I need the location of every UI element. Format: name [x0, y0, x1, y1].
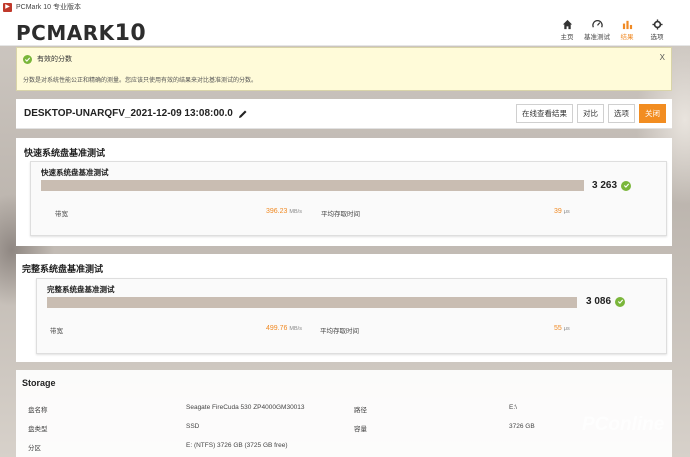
- close-icon[interactable]: X: [660, 53, 665, 62]
- drive-type-value: SSD: [186, 423, 200, 430]
- full-card-title: 完整系统盘基准测试: [47, 285, 115, 294]
- quick-result-card: 快速系统盘基准测试 3 263 带宽 396.23 MB/s 平均存取时间 39 μ…: [30, 161, 667, 236]
- compare-button[interactable]: 对比: [577, 104, 604, 123]
- quick-section-title: 快速系统盘基准测试: [24, 149, 106, 159]
- notice-body: 分数是对系统性能公正和精确的测量。您应该只使用有效的结果来对比基准测试的分数。: [23, 78, 258, 84]
- nav-benchmarks-label: 基准测试: [584, 34, 610, 41]
- title-bar: ▶ PCMark 10 专业版本: [0, 0, 690, 14]
- nav-home[interactable]: 主页: [552, 17, 582, 41]
- edit-icon[interactable]: [238, 109, 248, 119]
- check-icon: [23, 54, 32, 64]
- drive-capacity-value: 3726 GB: [509, 423, 535, 430]
- drive-path-label: 路径: [354, 407, 367, 414]
- close-button[interactable]: 关闭: [639, 104, 666, 123]
- full-section-title: 完整系统盘基准测试: [22, 265, 104, 275]
- drive-name-value: Seagate FireCuda 530 ZP4000GM30013: [186, 404, 305, 411]
- nav-options[interactable]: 选项: [642, 17, 672, 41]
- notice-title: 有效的分数: [37, 56, 72, 63]
- nav-benchmarks[interactable]: 基准测试: [582, 17, 612, 41]
- app-header: PCMARK10 主页 基准测试 结果 选项: [0, 14, 690, 46]
- quick-bandwidth-label: 带宽: [55, 211, 68, 218]
- check-icon: [615, 296, 626, 307]
- storage-section: Storage 盘名称 Seagate FireCuda 530 ZP4000G…: [16, 370, 672, 457]
- watermark: PConline: [582, 414, 665, 435]
- bar-chart-icon: [620, 17, 634, 31]
- view-online-button[interactable]: 在线查看结果: [516, 104, 573, 123]
- nav-home-label: 主页: [560, 34, 574, 41]
- drive-path-value: E:\: [509, 404, 517, 411]
- nav-results-label: 结果: [620, 34, 634, 41]
- full-score: 3 086: [586, 296, 612, 307]
- quick-score-bar: [41, 180, 584, 191]
- full-result-card: 完整系统盘基准测试 3 086 带宽 499.76 MB/s 平均存取时间 55 μ…: [36, 278, 667, 354]
- pcmark-logo: PCMARK10: [16, 21, 147, 46]
- top-nav: 主页 基准测试 结果 选项: [552, 17, 672, 41]
- full-benchmark-section: 完整系统盘基准测试 完整系统盘基准测试 3 086 带宽 499.76 MB/s …: [16, 254, 672, 362]
- valid-score-notice: 有效的分数 分数是对系统性能公正和精确的测量。您应该只使用有效的结果来对比基准测…: [16, 47, 672, 91]
- result-title: DESKTOP-UNARQFV_2021-12-09 13:08:00.0: [24, 108, 233, 119]
- quick-benchmark-section: 快速系统盘基准测试 快速系统盘基准测试 3 263 带宽 396.23 MB/s …: [16, 138, 672, 246]
- app-icon: ▶: [3, 2, 12, 12]
- drive-capacity-label: 容量: [354, 426, 367, 433]
- drive-name-label: 盘名称: [28, 407, 48, 414]
- full-bandwidth-value: 499.76: [266, 325, 288, 332]
- quick-latency-label: 平均存取时间: [321, 211, 360, 218]
- gauge-icon: [590, 17, 604, 31]
- check-icon: [621, 180, 632, 191]
- pcmark-window: ▶ PCMark 10 专业版本 PCMARK10 主页 基准测试 结果 选项 …: [0, 0, 690, 457]
- nav-options-label: 选项: [650, 34, 664, 41]
- drive-type-label: 盘类型: [28, 426, 48, 433]
- full-latency-value: 55: [554, 325, 562, 332]
- quick-score: 3 263: [592, 180, 618, 191]
- quick-latency-value: 39: [554, 208, 562, 215]
- options-button[interactable]: 选项: [608, 104, 635, 123]
- gear-icon: [650, 17, 664, 31]
- result-header: DESKTOP-UNARQFV_2021-12-09 13:08:00.0 在线…: [16, 99, 672, 129]
- quick-card-title: 快速系统盘基准测试: [41, 168, 109, 177]
- partition-label: 分区: [28, 445, 41, 452]
- storage-title: Storage: [22, 378, 56, 388]
- nav-results[interactable]: 结果: [612, 17, 642, 41]
- partition-value: E: (NTFS) 3726 GB (3725 GB free): [186, 442, 288, 449]
- full-latency-label: 平均存取时间: [320, 328, 359, 335]
- quick-bandwidth-value: 396.23: [266, 208, 288, 215]
- window-title: PCMark 10 专业版本: [16, 4, 81, 11]
- full-bandwidth-label: 带宽: [50, 328, 63, 335]
- full-score-bar: [47, 297, 577, 308]
- home-icon: [560, 17, 574, 31]
